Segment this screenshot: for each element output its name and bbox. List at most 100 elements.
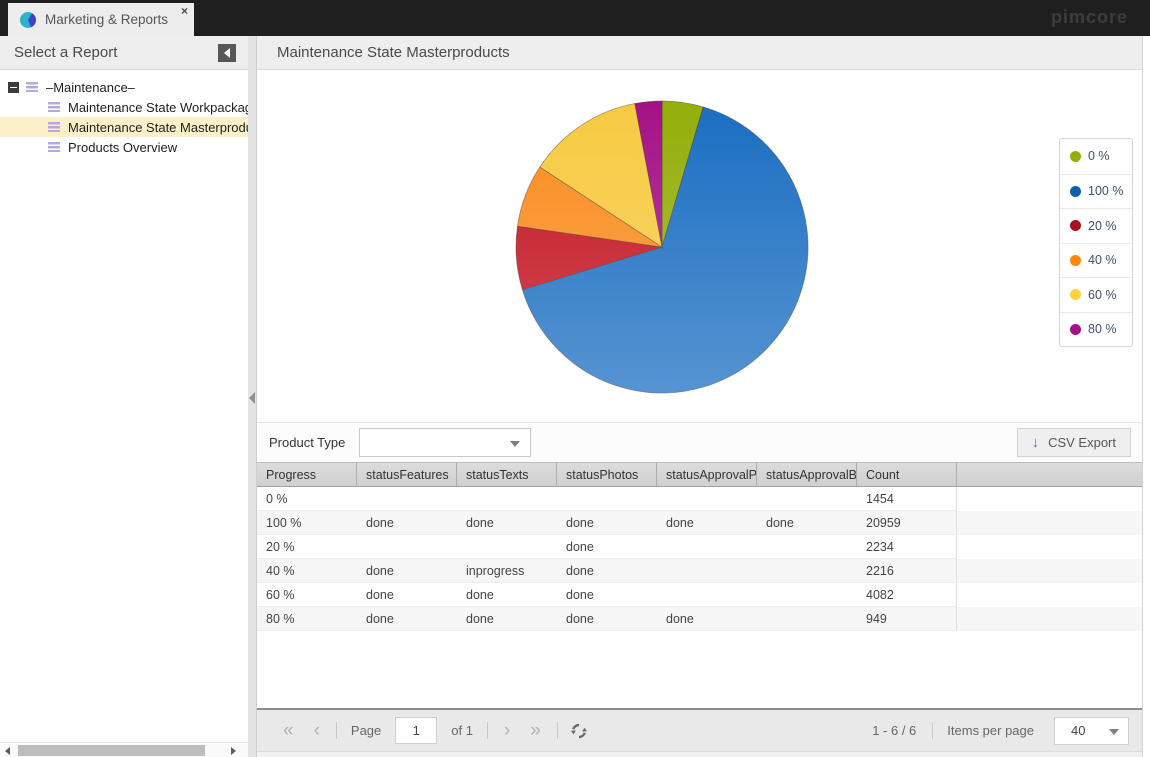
items-per-page-label: Items per page — [947, 723, 1034, 738]
table-cell: 2216 — [857, 559, 957, 582]
table-cell — [357, 535, 457, 558]
legend-item[interactable]: 20 % — [1060, 208, 1132, 243]
table-cell: done — [457, 583, 557, 606]
legend-item[interactable]: 100 % — [1060, 174, 1132, 209]
legend-color-dot — [1070, 220, 1081, 231]
top-bar: Marketing & Reports × pimcore — [0, 0, 1150, 36]
tree-node-report[interactable]: Products Overview — [0, 137, 248, 157]
items-per-page-value: 40 — [1071, 723, 1085, 738]
chart-legend: 0 % 100 % 20 % 40 % 60 % 80 % — [1059, 138, 1133, 347]
table-row[interactable]: 40 %doneinprogressdone2216 — [257, 559, 1142, 583]
displayed-range: 1 - 6 / 6 — [872, 723, 916, 738]
table-cell — [657, 535, 757, 558]
tree-node-report[interactable]: Maintenance State Workpackages — [0, 97, 248, 117]
report-icon — [48, 122, 60, 132]
report-icon — [48, 102, 60, 112]
tab-marketing-reports[interactable]: Marketing & Reports × — [8, 3, 194, 36]
splitter-collapse-icon[interactable] — [249, 392, 255, 404]
table-row[interactable]: 100 %donedonedonedonedone20959 — [257, 511, 1142, 535]
table-cell: 80 % — [257, 607, 357, 630]
app-body: Select a Report –Maintenance– Maintenanc… — [0, 36, 1150, 757]
tree-node-label: Products Overview — [68, 140, 177, 155]
table-cell: 40 % — [257, 559, 357, 582]
legend-label: 0 % — [1088, 149, 1110, 163]
paging-toolbar: « ‹ Page of 1 › » 1 - 6 / 6 Items per pa… — [257, 708, 1142, 751]
download-icon: ↓ — [1032, 435, 1040, 450]
product-type-label: Product Type — [269, 435, 345, 450]
table-cell: done — [557, 535, 657, 558]
tree-node-report[interactable]: Maintenance State Masterproducts — [0, 117, 248, 137]
table-cell — [757, 583, 857, 606]
table-cell: 0 % — [257, 487, 357, 510]
tree-node-maintenance[interactable]: –Maintenance– — [0, 77, 248, 97]
legend-color-dot — [1070, 151, 1081, 162]
sidebar-header: Select a Report — [0, 36, 248, 70]
table-cell: 1454 — [857, 487, 957, 510]
table-cell — [557, 487, 657, 510]
table-row[interactable]: 20 %done2234 — [257, 535, 1142, 559]
right-gutter — [1142, 36, 1150, 757]
column-header-statusphotos[interactable]: statusPhotos — [557, 463, 657, 486]
first-page-button[interactable]: « — [273, 721, 304, 740]
pie-chart[interactable] — [512, 97, 812, 397]
product-type-combobox[interactable] — [359, 428, 531, 457]
legend-color-dot — [1070, 289, 1081, 300]
table-cell: done — [357, 607, 457, 630]
column-header-count[interactable]: Count — [857, 463, 957, 486]
table-cell: done — [557, 511, 657, 534]
table-row[interactable]: 60 %donedonedone4082 — [257, 583, 1142, 607]
legend-label: 100 % — [1088, 184, 1123, 198]
grid-body: 0 %1454100 %donedonedonedonedone2095920 … — [257, 487, 1142, 631]
legend-item[interactable]: 0 % — [1060, 139, 1132, 174]
table-row[interactable]: 80 %donedonedonedone949 — [257, 607, 1142, 631]
sidebar-splitter[interactable] — [248, 36, 256, 757]
pie-chart-icon — [20, 12, 36, 28]
chevron-down-icon[interactable] — [1109, 729, 1119, 735]
page-number-input[interactable] — [395, 717, 437, 744]
column-header-statusfeatures[interactable]: statusFeatures — [357, 463, 457, 486]
tree-node-label: –Maintenance– — [46, 80, 135, 95]
legend-item[interactable]: 60 % — [1060, 277, 1132, 312]
page-of-label: of 1 — [451, 723, 473, 738]
legend-item[interactable]: 80 % — [1060, 312, 1132, 347]
report-folder-icon — [26, 82, 38, 92]
collapse-node-icon[interactable] — [8, 82, 19, 93]
column-header-statusapprovalpi[interactable]: statusApprovalPi — [657, 463, 757, 486]
table-cell: done — [357, 511, 457, 534]
table-cell: done — [357, 559, 457, 582]
table-cell: done — [757, 511, 857, 534]
column-header-progress[interactable]: Progress — [257, 463, 357, 486]
csv-export-button[interactable]: ↓ CSV Export — [1017, 428, 1131, 457]
scroll-right-icon[interactable] — [226, 743, 240, 757]
chevron-left-icon — [224, 48, 230, 58]
column-header-statusapprovalbi[interactable]: statusApprovalBi — [757, 463, 857, 486]
horizontal-scrollbar[interactable] — [0, 742, 248, 757]
scroll-left-icon[interactable] — [0, 743, 14, 757]
chevron-down-icon[interactable] — [510, 441, 520, 447]
report-panel: Maintenance State Masterproducts 0 % 100… — [256, 36, 1142, 757]
toolbar-separator — [932, 722, 933, 739]
table-cell — [657, 559, 757, 582]
sidebar-title: Select a Report — [14, 44, 117, 61]
table-cell: 20 % — [257, 535, 357, 558]
legend-item[interactable]: 40 % — [1060, 243, 1132, 278]
prev-page-button[interactable]: ‹ — [304, 721, 330, 740]
tree-node-label: Maintenance State Workpackages — [68, 100, 248, 115]
scrollbar-thumb[interactable] — [18, 745, 205, 756]
table-row[interactable]: 0 % 1454 — [257, 487, 1142, 511]
close-icon[interactable]: × — [178, 3, 191, 19]
items-per-page-select[interactable]: 40 — [1054, 717, 1129, 745]
next-page-button[interactable]: › — [494, 721, 520, 740]
collapse-sidebar-button[interactable] — [218, 44, 236, 62]
page-label: Page — [351, 723, 381, 738]
table-cell — [357, 487, 457, 510]
table-cell: done — [457, 607, 557, 630]
table-cell: 100 % — [257, 511, 357, 534]
column-header-statustexts[interactable]: statusTexts — [457, 463, 557, 486]
last-page-button[interactable]: » — [520, 721, 551, 740]
table-cell: done — [557, 559, 657, 582]
refresh-icon[interactable] — [570, 722, 588, 740]
table-cell: 949 — [857, 607, 957, 630]
tab-label: Marketing & Reports — [45, 12, 168, 27]
grid-empty-space — [257, 631, 1142, 708]
